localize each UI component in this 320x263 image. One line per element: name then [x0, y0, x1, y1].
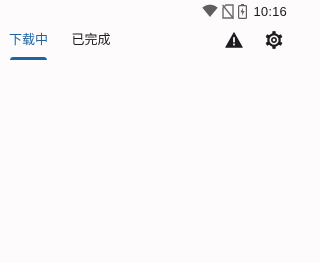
wifi-icon [202, 4, 219, 18]
tab-indicator [10, 57, 47, 60]
status-time: 10:16 [253, 3, 287, 19]
app-bar: 下载中 已完成 [0, 22, 293, 62]
no-sim-icon [222, 3, 235, 19]
tab-downloading[interactable]: 下载中 [9, 22, 49, 62]
tab-completed-label: 已完成 [71, 33, 111, 48]
gear-icon [264, 30, 284, 54]
warning-icon [225, 32, 243, 52]
download-list-area [0, 62, 293, 263]
settings-button[interactable] [262, 30, 286, 54]
status-icons: 10:16 [202, 2, 287, 20]
status-bar: 10:16 [0, 0, 293, 22]
tab-downloading-label: 下载中 [9, 33, 49, 48]
warning-button[interactable] [222, 30, 246, 54]
tab-completed[interactable]: 已完成 [71, 22, 111, 62]
battery-charging-icon [238, 3, 248, 19]
